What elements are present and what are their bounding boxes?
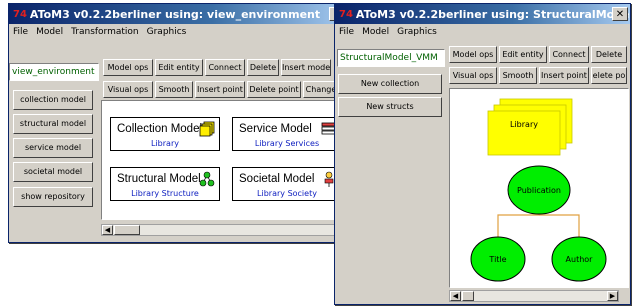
title-label: Title	[488, 255, 506, 264]
author-entity[interactable]: Author	[551, 236, 607, 282]
delete-point-button[interactable]: Delete point	[247, 81, 301, 98]
card-subtitle: Library	[151, 139, 179, 148]
insert-point-button[interactable]: Insert point	[195, 81, 245, 98]
card-subtitle: Library Services	[254, 139, 320, 148]
new-collection-button[interactable]: New collection	[338, 74, 442, 94]
model-canvas[interactable]: Library Publication Title Author	[449, 88, 629, 288]
library-entity[interactable]: Library	[487, 98, 573, 156]
delete-button[interactable]: Delete	[591, 46, 627, 63]
window-view-environment: 74 AToM3 v0.2.2berliner using: view_envi…	[8, 3, 348, 243]
smooth-button[interactable]: Smooth	[499, 67, 537, 84]
tree-icon	[199, 171, 215, 187]
edit-entity-button[interactable]: Edit entity	[499, 46, 547, 63]
title-bar[interactable]: 74 AToM3 v0.2.2berliner using: view_envi…	[9, 4, 347, 24]
collection-model-button[interactable]: collection model	[13, 90, 93, 110]
delete-button[interactable]: Delete	[247, 59, 279, 76]
smooth-button[interactable]: Smooth	[155, 81, 193, 98]
library-label: Library	[510, 120, 538, 129]
publication-label: Publication	[517, 186, 561, 195]
menu-bar: File Model Transformation Graphics	[9, 25, 347, 39]
horizontal-scrollbar[interactable]: ◀ ▶	[449, 290, 619, 302]
scroll-right-arrow[interactable]: ▶	[607, 291, 618, 301]
window-structural-model: 74 AToM3 v0.2.2berliner using: Structura…	[334, 3, 631, 305]
horizontal-scrollbar[interactable]: ◀	[101, 224, 335, 236]
menu-file[interactable]: File	[9, 25, 32, 39]
scroll-left-arrow[interactable]: ◀	[102, 225, 113, 235]
insert-point-button[interactable]: Insert point	[539, 67, 589, 84]
delete-point-button[interactable]: elete po	[591, 67, 627, 84]
collection-model-card[interactable]: Collection Model Library	[110, 117, 220, 151]
menu-model[interactable]: Model	[32, 25, 67, 39]
menu-file[interactable]: File	[335, 25, 358, 39]
menu-graphics[interactable]: Graphics	[393, 25, 441, 39]
connect-button[interactable]: Connect	[549, 46, 589, 63]
menu-bar: File Model Graphics	[335, 25, 630, 39]
folders-icon	[199, 121, 215, 137]
author-label: Author	[566, 255, 594, 264]
model-ops-button[interactable]: Model ops	[103, 59, 153, 76]
edge-publication-author	[539, 214, 580, 239]
model-name-field[interactable]: StructuralModel_VMM	[337, 49, 445, 67]
structure-diagram: Library Publication Title Author	[470, 98, 607, 282]
card-title: Collection Model	[117, 123, 203, 135]
title-bar[interactable]: 74 AToM3 v0.2.2berliner using: Structura…	[335, 4, 630, 24]
title-entity[interactable]: Title	[470, 236, 526, 282]
service-model-card[interactable]: Service Model Library Services	[232, 117, 342, 151]
model-ops-button[interactable]: Model ops	[449, 46, 497, 63]
structural-model-button[interactable]: structural model	[13, 114, 93, 134]
close-button[interactable]: ✕	[612, 7, 628, 21]
structural-model-card[interactable]: Structural Model Library Structure	[110, 167, 220, 201]
model-canvas[interactable]: Collection Model Library Service Model L…	[101, 100, 347, 220]
menu-model[interactable]: Model	[358, 25, 393, 39]
scroll-left-arrow[interactable]: ◀	[450, 291, 461, 301]
card-subtitle: Library Structure	[131, 189, 199, 198]
card-title: Societal Model	[239, 173, 315, 185]
new-structs-button[interactable]: New structs	[338, 97, 442, 117]
societal-model-card[interactable]: Societal Model Library Society	[232, 167, 342, 201]
service-model-button[interactable]: service model	[13, 138, 93, 158]
societal-model-button[interactable]: societal model	[13, 162, 93, 182]
atom3-app-icon: 74	[13, 8, 27, 20]
show-repository-button[interactable]: show repository	[13, 187, 93, 207]
card-subtitle: Library Society	[257, 189, 317, 198]
connect-button[interactable]: Connect	[205, 59, 245, 76]
atom3-app-icon: 74	[339, 8, 353, 20]
window-title: AToM3 v0.2.2berliner using: StructuralMo…	[355, 7, 630, 21]
model-name-field[interactable]: view_environment	[9, 63, 99, 81]
card-title: Service Model	[239, 123, 312, 135]
publication-entity[interactable]: Publication	[507, 165, 571, 215]
edit-entity-button[interactable]: Edit entity	[155, 59, 203, 76]
card-title: Structural Model	[117, 173, 201, 185]
scroll-thumb[interactable]	[114, 225, 140, 235]
menu-graphics[interactable]: Graphics	[143, 25, 191, 39]
menu-transformation[interactable]: Transformation	[67, 25, 143, 39]
visual-ops-button[interactable]: Visual ops	[449, 67, 497, 84]
insert-model-button[interactable]: Insert model	[281, 59, 331, 76]
window-title: AToM3 v0.2.2berliner using: view_environ…	[29, 7, 321, 21]
visual-ops-button[interactable]: Visual ops	[103, 81, 153, 98]
scroll-thumb[interactable]	[462, 291, 474, 301]
